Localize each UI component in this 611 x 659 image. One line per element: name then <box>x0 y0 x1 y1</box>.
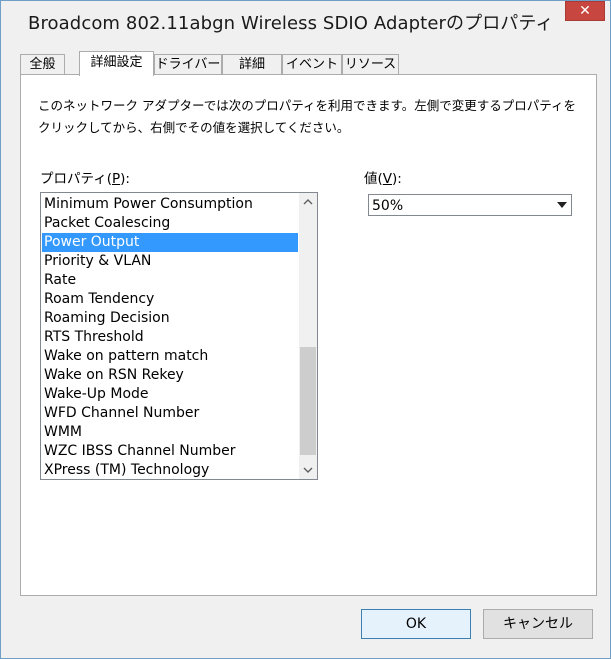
property-list-item[interactable]: Packet Coalescing <box>42 214 298 233</box>
scroll-up-arrow[interactable] <box>299 193 317 211</box>
property-list-item[interactable]: Roam Tendency <box>42 290 298 309</box>
cancel-button[interactable]: キャンセル <box>483 609 593 639</box>
tab-details[interactable]: 詳細 <box>222 54 282 75</box>
value-selected: 50% <box>372 198 404 214</box>
dropdown-arrow-icon <box>557 202 567 208</box>
property-list-item[interactable]: Power Output <box>42 233 298 252</box>
window-title: Broadcom 802.11abgn Wireless SDIO Adapte… <box>28 13 554 34</box>
value-dropdown[interactable]: 50% <box>368 194 572 216</box>
title-bar[interactable]: Broadcom 802.11abgn Wireless SDIO Adapte… <box>1 1 610 41</box>
tab-events[interactable]: イベント <box>282 54 342 75</box>
dropdown-arrow[interactable] <box>553 195 571 215</box>
close-button[interactable]: ✕ <box>565 1 605 21</box>
scroll-thumb[interactable] <box>300 347 316 455</box>
property-list-item[interactable]: RTS Threshold <box>42 328 298 347</box>
property-listbox[interactable]: Minimum Power Consumption Packet Coalesci… <box>40 192 318 480</box>
scroll-down-arrow[interactable] <box>299 461 317 479</box>
close-icon: ✕ <box>579 3 591 19</box>
property-list-item[interactable]: XPress (TM) Technology <box>42 461 298 479</box>
tab-resources[interactable]: リソース <box>342 54 399 75</box>
property-list-item[interactable]: Minimum Power Consumption <box>42 195 298 214</box>
advanced-tab-panel: このネットワーク アダプターでは次のプロパティを利用できます。左側で変更するプロ… <box>20 74 597 596</box>
property-list-item[interactable]: WMM <box>42 423 298 442</box>
listbox-scrollbar[interactable] <box>299 193 317 479</box>
ok-button[interactable]: OK <box>361 609 471 639</box>
property-list-item[interactable]: Wake on pattern match <box>42 347 298 366</box>
tab-general[interactable]: 全般 <box>20 54 65 75</box>
tab-driver[interactable]: ドライバー <box>154 54 222 75</box>
property-list-item[interactable]: Priority & VLAN <box>42 252 298 271</box>
chevron-down-icon <box>303 467 313 473</box>
value-label: 値(V): <box>364 171 402 187</box>
tab-advanced[interactable]: 詳細設定 <box>79 51 154 76</box>
description-text: このネットワーク アダプターでは次のプロパティを利用できます。左側で変更するプロ… <box>38 98 576 135</box>
properties-dialog: Broadcom 802.11abgn Wireless SDIO Adapte… <box>0 0 611 659</box>
property-list-item[interactable]: Rate <box>42 271 298 290</box>
property-list-item[interactable]: Roaming Decision <box>42 309 298 328</box>
property-list-item[interactable]: Wake on RSN Rekey <box>42 366 298 385</box>
property-label: プロパティ(P): <box>40 171 130 187</box>
property-list-item[interactable]: WFD Channel Number <box>42 404 298 423</box>
property-list-item[interactable]: WZC IBSS Channel Number <box>42 442 298 461</box>
property-list-item[interactable]: Wake-Up Mode <box>42 385 298 404</box>
chevron-up-icon <box>303 199 313 205</box>
